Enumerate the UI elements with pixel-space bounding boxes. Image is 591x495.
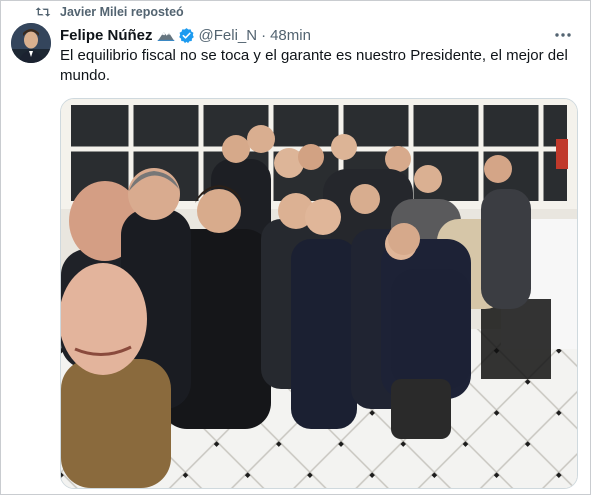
more-options-icon[interactable] bbox=[554, 28, 572, 42]
repost-indicator: Javier Milei reposteó bbox=[35, 4, 184, 20]
tweet-header: Felipe Núñez @Feli_N · 48min bbox=[60, 25, 311, 45]
author-avatar[interactable] bbox=[11, 23, 51, 63]
author-name[interactable]: Felipe Núñez bbox=[60, 27, 153, 44]
avatar-image bbox=[11, 23, 51, 63]
tweet-photo[interactable] bbox=[60, 98, 578, 489]
repost-icon bbox=[35, 7, 51, 17]
group-photo bbox=[61, 99, 577, 488]
repost-label[interactable]: Javier Milei reposteó bbox=[60, 5, 184, 19]
author-handle[interactable]: @Feli_N bbox=[199, 27, 258, 44]
tweet-text: El equilibrio fiscal no se toca y el gar… bbox=[60, 47, 568, 84]
verified-badge-icon[interactable] bbox=[178, 27, 195, 44]
tweet-timestamp[interactable]: 48min bbox=[270, 27, 311, 44]
mountain-snow-emoji-icon bbox=[157, 32, 174, 41]
header-separator: · bbox=[261, 26, 267, 44]
tweet-card[interactable]: Javier Milei reposteó Felipe Núñez @Feli… bbox=[0, 0, 591, 495]
